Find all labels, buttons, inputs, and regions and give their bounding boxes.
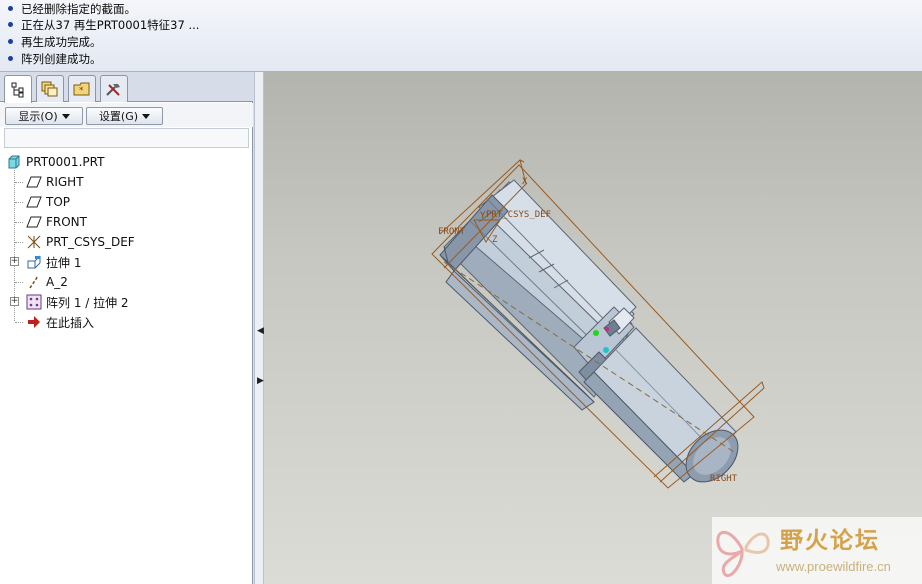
tree-item-label: 阵列 1 / 拉伸 2 xyxy=(46,295,129,310)
model-tree-icon xyxy=(11,82,24,97)
tree-item-label: TOP xyxy=(46,195,71,209)
x-axis-label: X xyxy=(522,177,528,187)
front-datum-label: FRONT xyxy=(438,227,466,237)
tab-layers[interactable] xyxy=(36,75,64,102)
tree-item-insert-here[interactable]: 在此插入 xyxy=(26,312,94,332)
tree-item-top[interactable]: TOP xyxy=(26,192,70,212)
show-label: 显示(O) xyxy=(18,110,58,123)
panel-splitter[interactable]: ◀ ▶ xyxy=(254,72,264,584)
chevron-down-icon xyxy=(61,113,70,119)
csys-origin-marker xyxy=(593,330,599,336)
message-text: 正在从37 再生PRT0001特征37 ... xyxy=(21,17,200,32)
tree-item-pattern[interactable]: 阵列 1 / 拉伸 2 xyxy=(26,292,129,312)
layers-icon xyxy=(41,81,58,97)
message-text: 阵列创建成功。 xyxy=(21,51,102,66)
axis-icon xyxy=(26,274,42,290)
csys-datum-label: PRT_CSYS_DEF xyxy=(486,210,551,220)
tree-guide xyxy=(15,282,23,283)
tree-item-csys[interactable]: PRT_CSYS_DEF xyxy=(26,232,135,252)
datum-plane-icon xyxy=(26,174,42,190)
datum-plane-icon xyxy=(26,214,42,230)
tree-guide xyxy=(15,202,23,203)
navigator-panel: * 显示(O) 设置(G) PRT0001.PRT RIGHT TOP FRON… xyxy=(0,72,253,584)
bullet-icon xyxy=(8,6,13,11)
right-datum-label: RIGHT xyxy=(710,474,738,484)
tab-tools[interactable] xyxy=(100,75,128,102)
z-axis-label: Z xyxy=(492,235,498,245)
butterfly-logo-icon xyxy=(716,531,770,578)
insert-here-arrow-icon xyxy=(26,314,42,330)
navigator-tabs: * xyxy=(0,72,253,103)
expand-right-icon[interactable]: ▶ xyxy=(257,376,264,386)
tree-item-label: A_2 xyxy=(46,275,68,289)
message-line: 阵列创建成功。 xyxy=(8,50,102,67)
tree-item-label: FRONT xyxy=(46,215,87,229)
tree-item-label: 在此插入 xyxy=(46,315,95,330)
message-text: 已经删除指定的截面。 xyxy=(21,1,136,16)
message-area: 已经删除指定的截面。 正在从37 再生PRT0001特征37 ... 再生成功完… xyxy=(0,0,922,72)
watermark-title: 野火论坛 xyxy=(780,528,880,554)
message-line: 再生成功完成。 xyxy=(8,33,102,50)
message-line: 已经删除指定的截面。 xyxy=(8,0,136,17)
tree-guide xyxy=(15,182,23,183)
bullet-icon xyxy=(8,39,13,44)
svg-text:*: * xyxy=(79,86,84,96)
chevron-down-icon xyxy=(142,113,151,119)
tools-icon xyxy=(106,84,120,96)
tree-item-right[interactable]: RIGHT xyxy=(26,172,84,192)
watermark-url: www.proewildfire.cn xyxy=(776,559,891,574)
tab-favorites[interactable]: * xyxy=(68,75,96,102)
axis-marker xyxy=(603,347,609,353)
settings-dropdown[interactable]: 设置(G) xyxy=(86,107,163,125)
tree-item-label: 拉伸 1 xyxy=(46,255,82,270)
tree-item-label: PRT_CSYS_DEF xyxy=(46,235,135,249)
expand-toggle[interactable]: + xyxy=(10,297,19,306)
show-dropdown[interactable]: 显示(O) xyxy=(5,107,83,125)
tree-item-front[interactable]: FRONT xyxy=(26,212,87,232)
graphics-window[interactable]: FRONT PRT_CSYS_DEF RIGHT X Y Z 野火论坛 www.… xyxy=(264,72,922,584)
part-model xyxy=(439,179,739,483)
tab-model-tree[interactable] xyxy=(4,75,32,103)
bullet-icon xyxy=(8,56,13,61)
expand-toggle[interactable]: + xyxy=(10,257,19,266)
forum-watermark: 野火论坛 www.proewildfire.cn xyxy=(712,517,922,584)
tree-item-label: RIGHT xyxy=(46,175,84,189)
y-axis-label: Y xyxy=(480,211,486,221)
pattern-icon xyxy=(26,294,42,310)
tree-filter-bar[interactable] xyxy=(4,128,249,148)
favorites-folder-icon: * xyxy=(73,82,90,96)
point-marker xyxy=(605,327,609,331)
tree-root[interactable]: PRT0001.PRT xyxy=(6,152,104,172)
settings-label: 设置(G) xyxy=(98,110,139,123)
bullet-icon xyxy=(8,22,13,27)
tree-guide xyxy=(15,222,23,223)
model-view: FRONT PRT_CSYS_DEF RIGHT X Y Z xyxy=(431,159,765,489)
message-text: 再生成功完成。 xyxy=(21,34,102,49)
tree-item-extrude-1[interactable]: 拉伸 1 xyxy=(26,252,81,272)
tree-item-axis[interactable]: A_2 xyxy=(26,272,68,292)
tree-guide xyxy=(15,242,23,243)
part-icon xyxy=(6,154,22,170)
extrude-icon xyxy=(26,254,42,270)
tree-root-label: PRT0001.PRT xyxy=(26,155,105,169)
datum-plane-icon xyxy=(26,194,42,210)
csys-icon xyxy=(26,234,42,250)
tree-toolbar: 显示(O) 设置(G) xyxy=(0,103,253,127)
tree-guide xyxy=(15,322,23,323)
message-line: 正在从37 再生PRT0001特征37 ... xyxy=(8,16,199,33)
collapse-left-icon[interactable]: ◀ xyxy=(257,326,264,336)
